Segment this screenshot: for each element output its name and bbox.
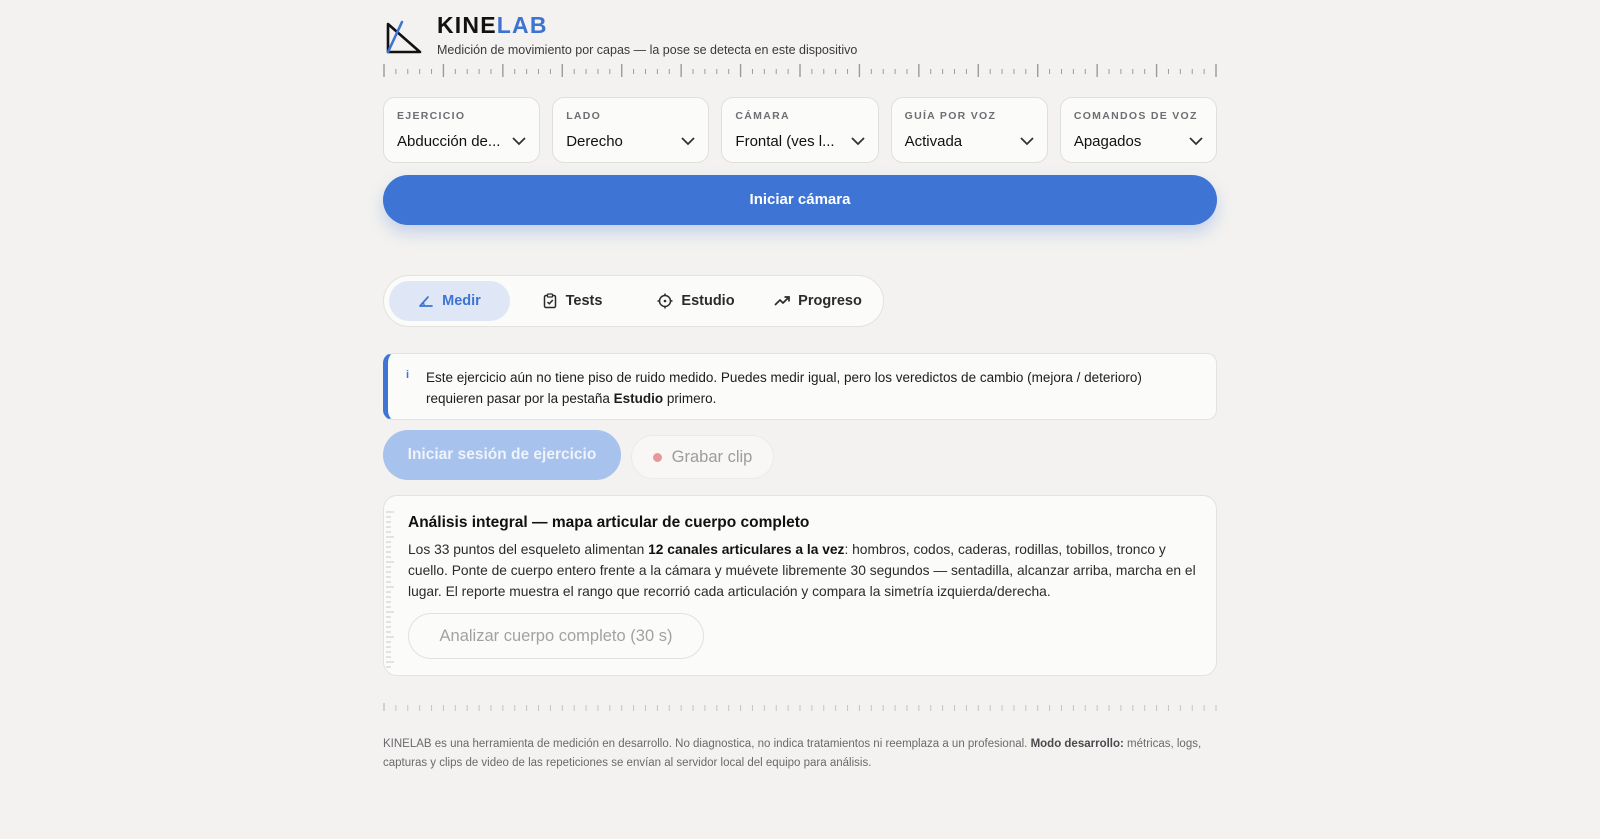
notice-text: Este ejercicio aún no tiene piso de ruid… — [426, 367, 1196, 409]
angle-icon — [419, 296, 434, 307]
record-clip-button[interactable]: Grabar clip — [631, 435, 774, 479]
voice-guide-select[interactable]: GUÍA POR VOZ Activada — [890, 97, 1048, 163]
exercise-select-value: Abducción de... — [397, 133, 501, 150]
brand-name-part1: KINE — [437, 12, 497, 38]
voice-commands-select-label: COMANDOS DE VOZ — [1073, 110, 1198, 122]
crosshair-icon — [657, 293, 673, 309]
decorative-ruler — [383, 64, 1217, 77]
decorative-ruler — [386, 511, 394, 668]
chevron-down-icon — [850, 137, 865, 146]
tab-medir[interactable]: Medir — [389, 281, 510, 321]
tab-bar: Medir Tests Estudio Progreso — [383, 275, 884, 327]
tab-estudio-label: Estudio — [681, 293, 735, 309]
chevron-down-icon — [1189, 137, 1203, 146]
tagline: Medición de movimiento por capas — la po… — [437, 43, 858, 57]
tab-tests[interactable]: Tests — [510, 281, 634, 321]
record-clip-label: Grabar clip — [671, 447, 753, 466]
camera-select[interactable]: CÁMARA Frontal (ves l... — [721, 97, 879, 163]
analysis-description: Los 33 puntos del esqueleto alimentan 12… — [408, 539, 1198, 602]
voice-guide-select-value: Activada — [904, 133, 963, 150]
side-select[interactable]: LADO Derecho — [552, 97, 710, 163]
noise-floor-notice: i Este ejercicio aún no tiene piso de ru… — [383, 353, 1217, 420]
clipboard-check-icon — [543, 293, 556, 309]
chevron-down-icon — [681, 137, 696, 146]
estudio-link-text: Estudio — [613, 391, 664, 406]
app-container: KINELAB Medición de movimiento por capas… — [383, 0, 1218, 769]
side-select-label: LADO — [566, 110, 602, 122]
tab-tests-label: Tests — [565, 293, 603, 309]
voice-guide-select-label: GUÍA POR VOZ — [904, 110, 997, 122]
chevron-down-icon — [512, 137, 526, 146]
analysis-description-bold: 12 canales articulares a la vez — [648, 542, 845, 557]
tab-medir-label: Medir — [442, 293, 481, 309]
disclaimer-text: KINELAB es una herramienta de medición e… — [383, 738, 1031, 750]
camera-select-label: CÁMARA — [735, 110, 790, 122]
notice-text-main: Este ejercicio aún no tiene piso de ruid… — [426, 370, 1142, 406]
header: KINELAB Medición de movimiento por capas… — [383, 0, 1217, 62]
record-dot-icon — [652, 452, 662, 462]
side-select-value: Derecho — [566, 133, 623, 150]
analysis-description-start: Los 33 puntos del esqueleto alimentan — [408, 542, 649, 557]
tab-progreso-label: Progreso — [798, 293, 862, 309]
decorative-ruler — [383, 703, 1217, 711]
trending-up-icon — [774, 296, 791, 306]
chevron-down-icon — [1020, 137, 1034, 146]
tab-progreso[interactable]: Progreso — [758, 281, 878, 321]
info-icon: i — [406, 369, 410, 381]
exercise-select[interactable]: EJERCICIO Abducción de... — [383, 97, 541, 163]
voice-commands-select-value: Apagados — [1073, 133, 1142, 150]
disclaimer-footer: KINELAB es una herramienta de medición e… — [383, 735, 1217, 773]
start-session-button[interactable]: Iniciar sesión de ejercicio — [383, 430, 621, 480]
settings-row: EJERCICIO Abducción de... LADO Derecho C… — [383, 97, 1218, 163]
brand-name-part2: LAB — [496, 12, 548, 38]
camera-select-value: Frontal (ves l... — [735, 133, 835, 150]
analyze-full-body-button[interactable]: Analizar cuerpo completo (30 s) — [408, 613, 704, 659]
voice-commands-select[interactable]: COMANDOS DE VOZ Apagados — [1059, 97, 1218, 163]
dev-mode-label: Modo desarrollo: — [1030, 738, 1124, 750]
tab-estudio[interactable]: Estudio — [634, 281, 758, 321]
full-body-analysis-card: Análisis integral — mapa articular de cu… — [383, 495, 1217, 676]
notice-text-end: primero. — [663, 391, 717, 406]
analysis-title: Análisis integral — mapa articular de cu… — [408, 514, 810, 531]
brand-name: KINELAB — [437, 12, 548, 39]
start-camera-button[interactable]: Iniciar cámara — [383, 175, 1217, 225]
angle-icon — [386, 20, 422, 54]
exercise-select-label: EJERCICIO — [397, 110, 466, 122]
